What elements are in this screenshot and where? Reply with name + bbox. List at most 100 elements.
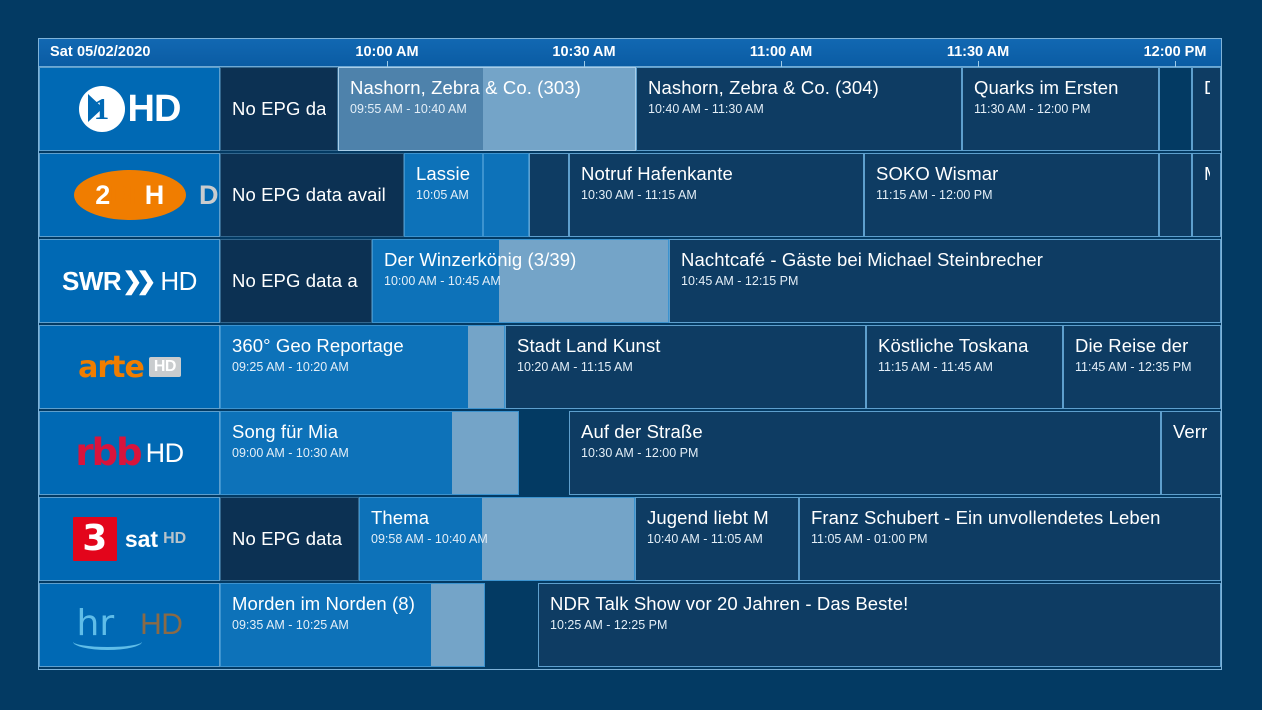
program-cell[interactable]: Nashorn, Zebra & Co. (303) 09:55 AM - 10:…: [338, 67, 636, 151]
program-cell[interactable]: NDR Talk Show vor 20 Jahren - Das Beste!…: [538, 583, 1221, 667]
program-time: 10:40 AM - 11:05 AM: [647, 532, 763, 546]
program-cell[interactable]: Nashorn, Zebra & Co. (304) 10:40 AM - 11:…: [636, 67, 962, 151]
program-cell-text: Köstliche Toskana 11:15 AM - 11:45 AM: [878, 335, 1052, 375]
program-cell-text: Die Reise der 11:45 AM - 12:35 PM: [1075, 335, 1210, 375]
program-cell-text: No EPG data a: [232, 270, 358, 292]
program-cell[interactable]: Auf der Straße 10:30 AM - 12:00 PM: [569, 411, 1161, 495]
program-cell[interactable]: M: [1192, 153, 1221, 237]
program-title: M: [1204, 163, 1210, 185]
program-cell[interactable]: Notruf Hafenkante 10:30 AM - 11:15 AM: [569, 153, 864, 237]
program-title: No EPG da: [232, 98, 327, 119]
program-cell-text: NDR Talk Show vor 20 Jahren - Das Beste!…: [550, 593, 1210, 633]
program-cell-text: Nashorn, Zebra & Co. (304) 10:40 AM - 11:…: [648, 77, 951, 117]
program-cell-text: No EPG data avail: [232, 184, 386, 206]
program-cell[interactable]: [1159, 153, 1192, 237]
program-cell-text: Morden im Norden (8) 09:35 AM - 10:25 AM: [232, 593, 474, 633]
channel-logo-cell[interactable]: 3 sat HD: [39, 497, 220, 581]
program-cell-text: No EPG data: [232, 528, 342, 550]
channel-logo-cell[interactable]: SWR ❯❯ HD: [39, 239, 220, 323]
program-cell[interactable]: D: [1192, 67, 1221, 151]
ard-hd-logo: HD: [78, 86, 181, 132]
program-title: SOKO Wismar: [876, 163, 999, 184]
program-time: 11:15 AM - 11:45 AM: [878, 360, 993, 374]
program-title: Notruf Hafenkante: [581, 163, 733, 184]
program-cell-text: Verr: [1173, 421, 1210, 443]
program-cell-text: Nachtcafé - Gäste bei Michael Steinbrech…: [681, 249, 1210, 289]
program-cell-text: M: [1204, 163, 1210, 185]
program-time: 11:45 AM - 12:35 PM: [1075, 360, 1192, 374]
empty-slot[interactable]: [1159, 67, 1192, 151]
program-cell-text: Notruf Hafenkante 10:30 AM - 11:15 AM: [581, 163, 853, 203]
program-cell[interactable]: Der Winzerkönig (3/39) 10:00 AM - 10:45 A…: [372, 239, 669, 323]
program-cell[interactable]: Nachtcafé - Gäste bei Michael Steinbrech…: [669, 239, 1221, 323]
program-cell[interactable]: 360° Geo Reportage 09:25 AM - 10:20 AM: [220, 325, 505, 409]
time-tick-label: 12:00 PM: [1143, 44, 1207, 60]
program-title: Song für Mia: [232, 421, 339, 442]
program-cell[interactable]: Morden im Norden (8) 09:35 AM - 10:25 AM: [220, 583, 485, 667]
channel-row: arte HD 360° Geo Reportage 09:25 AM - 10:20…: [39, 325, 1221, 411]
program-time: 10:45 AM - 12:15 PM: [681, 274, 799, 288]
program-time: 09:25 AM - 10:20 AM: [232, 360, 349, 374]
program-time: 10:25 AM - 12:25 PM: [550, 618, 668, 632]
time-tick-label: 10:30 AM: [552, 44, 616, 60]
program-cell-text: 360° Geo Reportage 09:25 AM - 10:20 AM: [232, 335, 494, 375]
channel-row: SWR ❯❯ HD No EPG data a Der Winzerkönig (3/3…: [39, 239, 1221, 325]
program-cell[interactable]: [483, 153, 529, 237]
program-cell-text: SOKO Wismar 11:15 AM - 12:00 PM: [876, 163, 1148, 203]
program-title: Thema: [371, 507, 430, 528]
program-cell[interactable]: Lassie 10:05 AM: [404, 153, 483, 237]
program-cell[interactable]: Jugend liebt M 10:40 AM - 11:05 AM: [635, 497, 799, 581]
program-cell[interactable]: [529, 153, 569, 237]
program-time: 10:05 AM: [416, 188, 469, 202]
program-time: 09:35 AM - 10:25 AM: [232, 618, 349, 632]
no-epg-cell[interactable]: No EPG data avail: [220, 153, 404, 237]
arte-hd-logo: arte HD: [78, 350, 181, 385]
program-cell[interactable]: Stadt Land Kunst 10:20 AM - 11:15 AM: [505, 325, 866, 409]
program-cell[interactable]: SOKO Wismar 11:15 AM - 12:00 PM: [864, 153, 1159, 237]
guide-time-header: Sat 05/02/2020 10:00 AM 10:30 AM 11:00 AM 1…: [39, 39, 1221, 67]
program-cell[interactable]: Köstliche Toskana 11:15 AM - 11:45 AM: [866, 325, 1063, 409]
no-epg-cell[interactable]: No EPG data: [220, 497, 359, 581]
program-cell-text: Auf der Straße 10:30 AM - 12:00 PM: [581, 421, 1150, 461]
program-time: 09:00 AM - 10:30 AM: [232, 446, 349, 460]
channel-logo-cell[interactable]: rbb HD: [39, 411, 220, 495]
time-tick-label: 11:30 AM: [946, 44, 1010, 60]
channel-logo-cell[interactable]: hr HD: [39, 583, 220, 667]
program-cell-text: Stadt Land Kunst 10:20 AM - 11:15 AM: [517, 335, 855, 375]
program-time: 10:40 AM - 11:30 AM: [648, 102, 764, 116]
program-title: Der Winzerkönig (3/39): [384, 249, 577, 270]
no-epg-cell[interactable]: No EPG data a: [220, 239, 372, 323]
channel-logo-cell[interactable]: 2DFH D: [39, 153, 220, 237]
no-epg-cell[interactable]: No EPG da: [220, 67, 338, 151]
program-cell-text: No EPG da: [232, 98, 326, 120]
program-cell[interactable]: Verr: [1161, 411, 1221, 495]
time-tick-label: 10:00 AM: [355, 44, 419, 60]
program-time: 10:30 AM - 12:00 PM: [581, 446, 699, 460]
program-cell-text: Quarks im Ersten 11:30 AM - 12:00 PM: [974, 77, 1148, 117]
program-cell[interactable]: Song für Mia 09:00 AM - 10:30 AM: [220, 411, 519, 495]
program-title: Stadt Land Kunst: [517, 335, 661, 356]
program-time: 11:05 AM - 01:00 PM: [811, 532, 928, 546]
program-time: 11:15 AM - 12:00 PM: [876, 188, 993, 202]
channel-row: HD No EPG da Nashorn, Zebra & Co. (303) 09:…: [39, 67, 1221, 153]
program-title: NDR Talk Show vor 20 Jahren - Das Beste!: [550, 593, 909, 614]
zdf-hd-logo: 2DFH D: [73, 170, 218, 220]
program-cell[interactable]: Die Reise der 11:45 AM - 12:35 PM: [1063, 325, 1221, 409]
program-time: 11:30 AM - 12:00 PM: [974, 102, 1091, 116]
program-time: 09:55 AM - 10:40 AM: [350, 102, 467, 116]
hr-hd-logo: hr HD: [72, 603, 183, 650]
program-title: Lassie: [416, 163, 471, 184]
program-cell[interactable]: Quarks im Ersten 11:30 AM - 12:00 PM: [962, 67, 1159, 151]
channel-logo-cell[interactable]: arte HD: [39, 325, 220, 409]
program-cell-text: Franz Schubert - Ein unvollendetes Leben…: [811, 507, 1210, 547]
program-cell[interactable]: Franz Schubert - Ein unvollendetes Leben…: [799, 497, 1221, 581]
swr-hd-logo: SWR ❯❯ HD: [62, 265, 197, 296]
rbb-hd-logo: rbb HD: [75, 431, 184, 474]
program-cell[interactable]: Thema 09:58 AM - 10:40 AM: [359, 497, 635, 581]
program-cell-text: Jugend liebt M 10:40 AM - 11:05 AM: [647, 507, 788, 547]
program-title: Auf der Straße: [581, 421, 703, 442]
program-title: Franz Schubert - Ein unvollendetes Leben: [811, 507, 1161, 528]
program-title: Die Reise der: [1075, 335, 1189, 356]
guide-grid[interactable]: HD No EPG da Nashorn, Zebra & Co. (303) 09:…: [39, 67, 1221, 669]
channel-logo-cell[interactable]: HD: [39, 67, 220, 151]
